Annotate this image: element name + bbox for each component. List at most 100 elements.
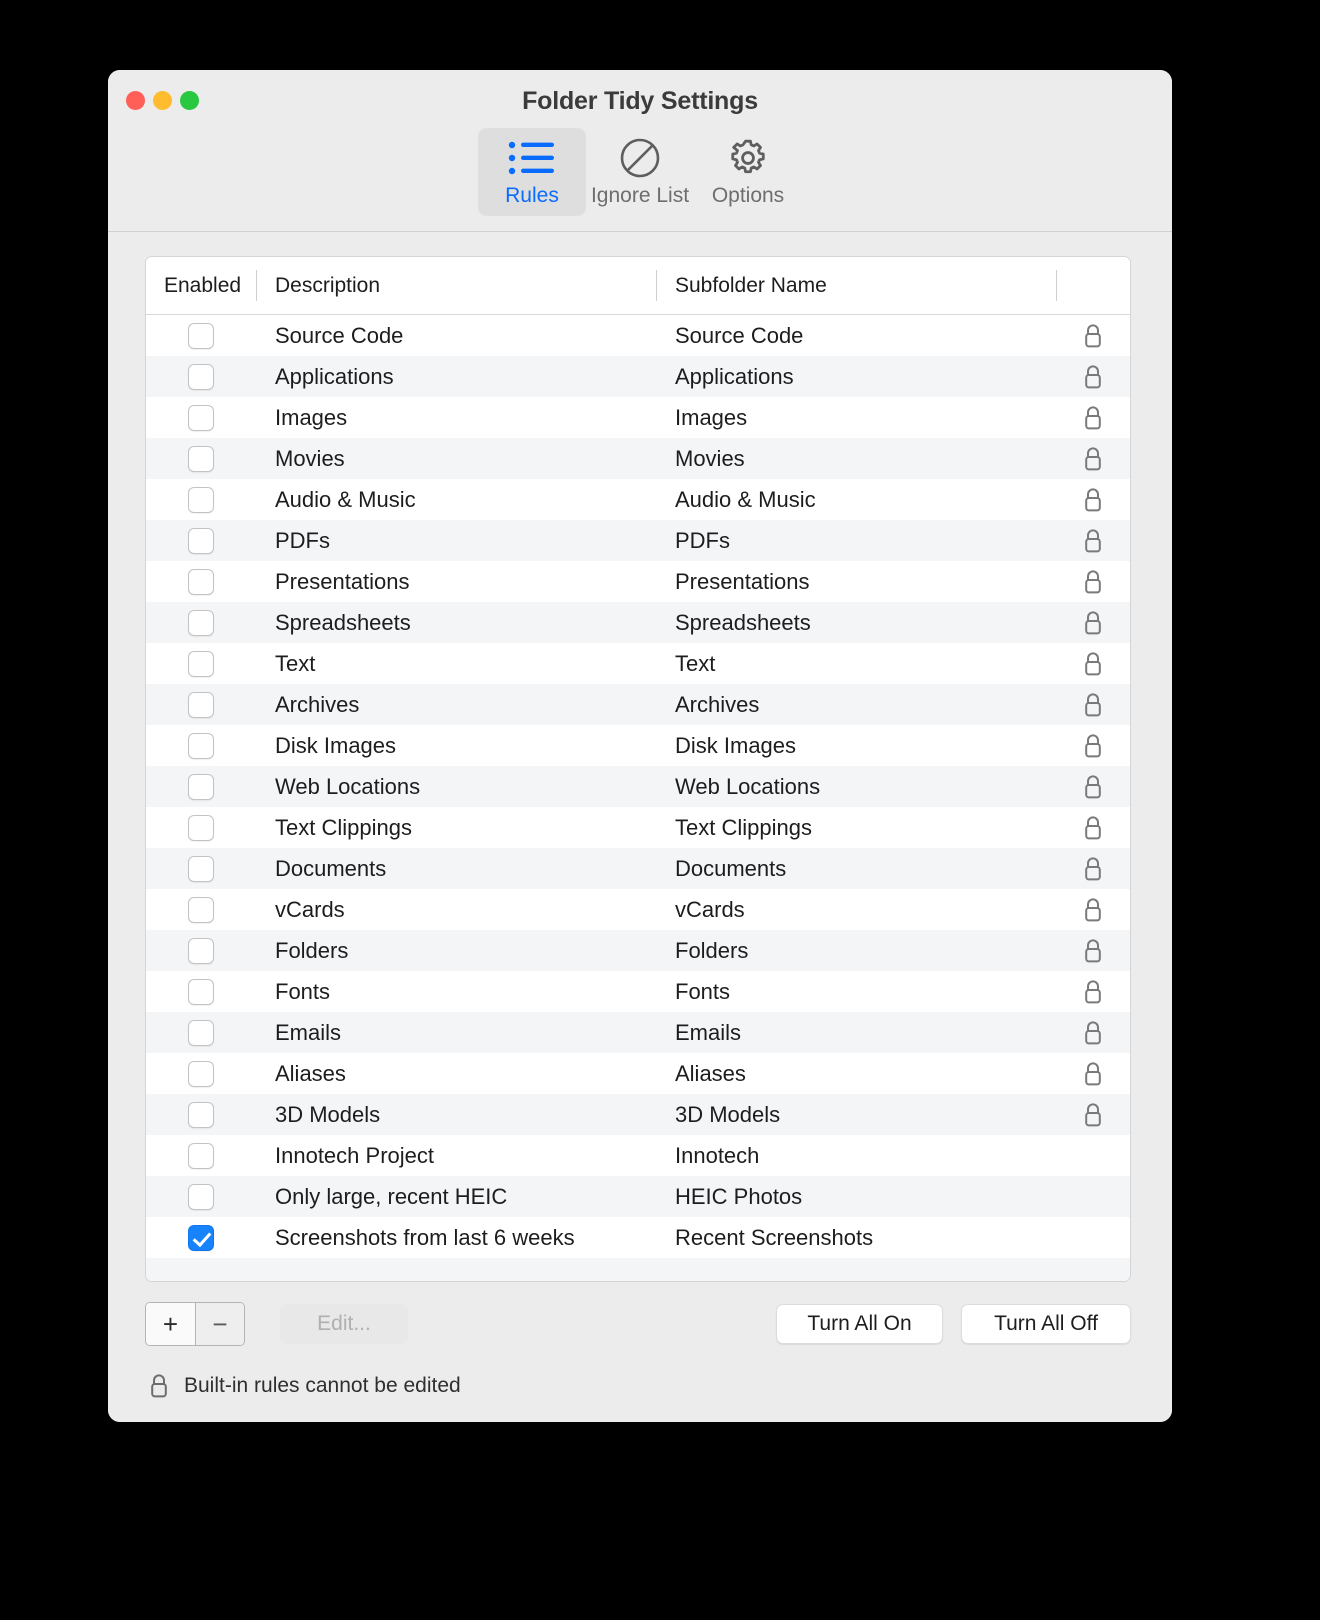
table-row[interactable]: Documents Documents [146,848,1130,889]
table-row[interactable]: Innotech Project Innotech [146,1135,1130,1176]
column-header-subfolder-name[interactable]: Subfolder Name [656,257,1056,314]
settings-content: Enabled Description Subfolder Name Sourc… [108,232,1172,1422]
row-enabled-cell [146,650,256,677]
tab-options-label: Options [711,184,785,207]
rule-description: Innotech Project [275,1142,434,1168]
table-row[interactable]: Aliases Aliases [146,1053,1130,1094]
turn-all-on-button[interactable]: Turn All On [776,1304,943,1344]
edit-rule-button[interactable]: Edit... [280,1304,408,1344]
rule-enabled-checkbox[interactable] [188,1142,214,1169]
rule-subfolder-name: Text Clippings [675,814,812,840]
table-row[interactable]: Emails Emails [146,1012,1130,1053]
rule-enabled-checkbox[interactable] [188,1101,214,1128]
rule-subfolder-name: Applications [675,363,794,389]
table-row[interactable]: Screenshots from last 6 weeks Recent Scre… [146,1217,1130,1258]
add-remove-segmented-control: + − [145,1302,245,1346]
lock-icon [1056,732,1130,760]
table-row[interactable]: Presentations Presentations [146,561,1130,602]
rule-enabled-checkbox[interactable] [188,773,214,800]
tab-rules-label: Rules [505,184,559,207]
rule-description: Only large, recent HEIC [275,1183,508,1209]
add-rule-button[interactable]: + [146,1303,195,1345]
lock-icon [1056,691,1130,719]
table-row[interactable]: Images Images [146,397,1130,438]
rule-description: Emails [275,1019,342,1045]
lock-icon [1056,445,1130,473]
rule-subfolder-name: Spreadsheets [675,609,811,635]
table-row[interactable]: Source Code Source Code [146,315,1130,356]
lock-icon [1056,1060,1130,1088]
table-row[interactable]: Applications Applications [146,356,1130,397]
table-row[interactable]: Web Locations Web Locations [146,766,1130,807]
table-row[interactable]: PDFs PDFs [146,520,1130,561]
table-action-bar: + − Edit... Turn All On Turn All Off [108,1296,1172,1358]
column-header-description[interactable]: Description [256,257,656,314]
rule-enabled-checkbox[interactable] [188,896,214,923]
rule-enabled-checkbox[interactable] [188,1060,214,1087]
rule-enabled-checkbox[interactable] [188,937,214,964]
tab-rules[interactable]: Rules [478,128,586,216]
row-enabled-cell [146,691,256,718]
rule-subfolder-name: Audio & Music [675,486,816,512]
lock-icon [1056,1019,1130,1047]
lock-icon [1056,404,1130,432]
table-row[interactable]: Disk Images Disk Images [146,725,1130,766]
rule-description: Presentations [275,568,410,594]
lock-icon [1056,568,1130,596]
table-row[interactable]: Text Clippings Text Clippings [146,807,1130,848]
lock-icon [1056,486,1130,514]
rule-enabled-checkbox[interactable] [188,486,214,513]
rule-enabled-checkbox[interactable] [188,978,214,1005]
tab-options[interactable]: Options [694,128,802,216]
rule-enabled-checkbox[interactable] [188,527,214,554]
table-row[interactable]: Folders Folders [146,930,1130,971]
rule-enabled-checkbox[interactable] [188,1183,214,1210]
rule-enabled-checkbox[interactable] [188,814,214,841]
row-enabled-cell [146,1101,256,1128]
rule-description: Source Code [275,322,404,348]
column-header-enabled[interactable]: Enabled [146,257,256,314]
rule-description: Text [275,650,316,676]
rule-enabled-checkbox[interactable] [188,691,214,718]
row-enabled-cell [146,1142,256,1169]
settings-window: Folder Tidy Settings Rules Ignore List O… [108,70,1172,1422]
table-row[interactable]: 3D Models 3D Models [146,1094,1130,1135]
rule-enabled-checkbox[interactable] [188,404,214,431]
table-row[interactable]: Text Text [146,643,1130,684]
tab-ignore-list[interactable]: Ignore List [586,128,694,216]
row-enabled-cell [146,609,256,636]
table-row[interactable]: vCards vCards [146,889,1130,930]
lock-icon [1056,527,1130,555]
rule-enabled-checkbox[interactable] [188,1019,214,1046]
row-enabled-cell [146,937,256,964]
remove-rule-button[interactable]: − [195,1303,244,1345]
row-enabled-cell [146,1019,256,1046]
gear-icon [727,138,769,178]
rule-description: Audio & Music [275,486,416,512]
turn-all-off-button[interactable]: Turn All Off [961,1304,1131,1344]
column-header-lock[interactable] [1056,257,1130,314]
rule-enabled-checkbox[interactable] [188,1224,214,1251]
table-row[interactable]: Spreadsheets Spreadsheets [146,602,1130,643]
rule-enabled-checkbox[interactable] [188,732,214,759]
footer-note: Built-in rules cannot be edited [148,1372,461,1400]
rule-enabled-checkbox[interactable] [188,650,214,677]
lock-icon [1056,609,1130,637]
table-row[interactable]: Movies Movies [146,438,1130,479]
table-row[interactable]: Only large, recent HEIC HEIC Photos [146,1176,1130,1217]
rule-enabled-checkbox[interactable] [188,363,214,390]
rule-enabled-checkbox[interactable] [188,445,214,472]
lock-icon [1056,773,1130,801]
table-row[interactable]: Fonts Fonts [146,971,1130,1012]
no-entry-icon [619,138,661,178]
rule-description: Text Clippings [275,814,412,840]
rule-enabled-checkbox[interactable] [188,609,214,636]
table-row[interactable]: Audio & Music Audio & Music [146,479,1130,520]
row-enabled-cell [146,855,256,882]
rule-enabled-checkbox[interactable] [188,855,214,882]
row-enabled-cell [146,896,256,923]
rule-enabled-checkbox[interactable] [188,322,214,349]
table-row[interactable]: Archives Archives [146,684,1130,725]
table-empty-area [146,1258,1130,1281]
rule-enabled-checkbox[interactable] [188,568,214,595]
